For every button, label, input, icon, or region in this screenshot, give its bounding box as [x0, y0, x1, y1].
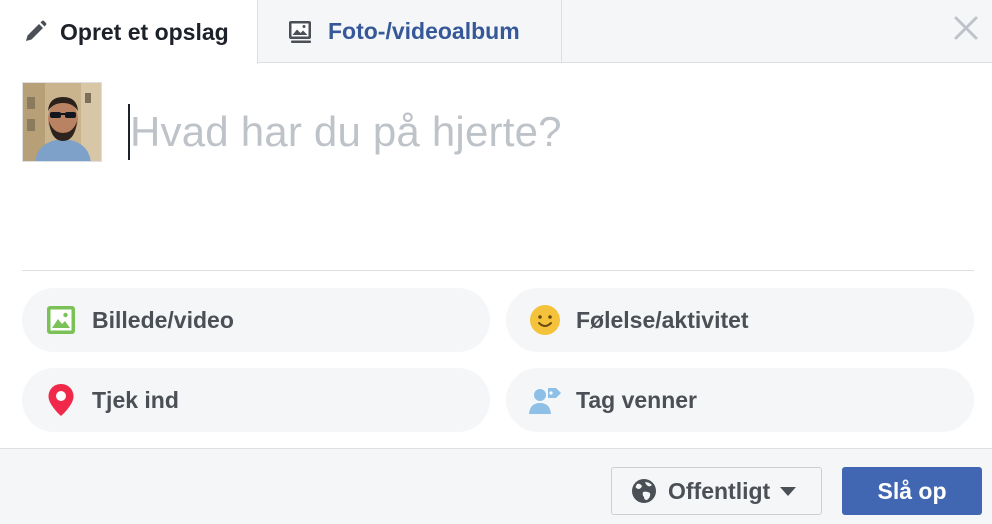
- tab-photo-album[interactable]: Foto-/videoalbum: [258, 0, 562, 63]
- feeling-activity-label: Følelse/aktivitet: [576, 306, 749, 333]
- check-in-button[interactable]: Tjek ind: [22, 368, 490, 432]
- tab-create-post[interactable]: Opret et opslag: [0, 0, 258, 64]
- close-icon[interactable]: [952, 14, 980, 42]
- album-icon: [286, 17, 316, 47]
- photo-video-label: Billede/video: [92, 306, 234, 333]
- photo-video-button[interactable]: Billede/video: [22, 288, 490, 352]
- tag-friends-button[interactable]: Tag venner: [506, 368, 974, 432]
- tag-friends-label: Tag venner: [576, 386, 697, 413]
- post-button[interactable]: Slå op: [842, 467, 982, 515]
- post-input[interactable]: Hvad har du på hjerte?: [128, 104, 968, 160]
- composer-footer: Offentligt Slå op: [0, 448, 992, 524]
- avatar[interactable]: [22, 82, 102, 162]
- photo-icon: [44, 303, 78, 337]
- pencil-icon: [20, 17, 50, 47]
- post-input-placeholder: Hvad har du på hjerte?: [130, 108, 562, 155]
- text-caret: [128, 104, 130, 160]
- tab-photo-album-label: Foto-/videoalbum: [328, 18, 520, 44]
- composer-tabs: Opret et opslag Foto-/videoalbum: [0, 0, 992, 64]
- location-pin-icon: [44, 383, 78, 417]
- smiley-icon: [528, 303, 562, 337]
- divider: [22, 270, 974, 271]
- chevron-down-icon: [780, 486, 797, 496]
- tab-create-post-label: Opret et opslag: [60, 18, 229, 45]
- tag-friends-icon: [528, 383, 562, 417]
- feeling-activity-button[interactable]: Følelse/aktivitet: [506, 288, 974, 352]
- globe-icon: [630, 477, 658, 505]
- audience-label: Offentligt: [668, 477, 771, 504]
- check-in-label: Tjek ind: [92, 386, 179, 413]
- audience-selector[interactable]: Offentligt: [611, 467, 822, 515]
